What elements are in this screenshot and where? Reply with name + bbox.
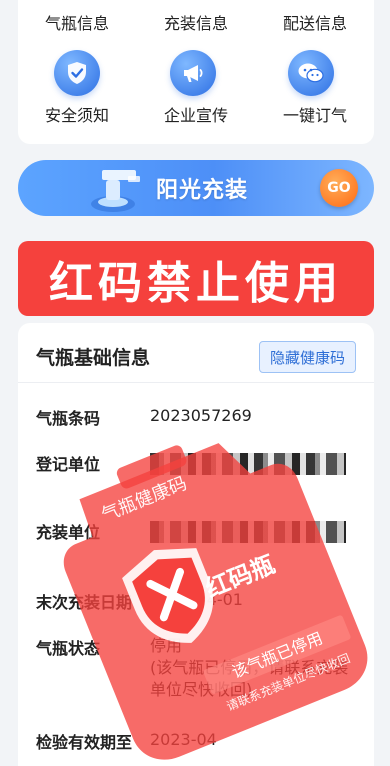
- redacted-filling-unit: [150, 521, 346, 543]
- shield-check-icon[interactable]: [54, 50, 100, 96]
- menu-item-safety-notice[interactable]: 安全须知: [18, 102, 136, 126]
- go-button[interactable]: GO: [320, 169, 358, 207]
- info-card-header: 气瓶基础信息 隐藏健康码: [18, 323, 374, 383]
- row-value-status: 停用: [150, 636, 183, 655]
- sunshine-filling-banner[interactable]: 阳光充装 GO: [18, 160, 374, 216]
- banner-title: 阳光充装: [156, 178, 249, 203]
- row-label-inspection-expiry: 检验有效期至: [36, 733, 133, 752]
- row-value-last-fill-date: 2023-04-01: [150, 590, 243, 609]
- redacted-registered-unit: [150, 453, 346, 475]
- wechat-icon[interactable]: [288, 50, 334, 96]
- row-label-filling-unit: 充装单位: [36, 523, 101, 542]
- row-label-barcode: 气瓶条码: [36, 409, 101, 428]
- menu-card: 气瓶信息 充装信息 配送信息 安全须知 企业宣传 一键订气: [18, 0, 374, 144]
- cylinder-info-card: 气瓶基础信息 隐藏健康码 气瓶条码 2023057269 登记单位 充装单位 末…: [18, 323, 374, 766]
- row-label-status: 气瓶状态: [36, 639, 101, 658]
- menu-item-company-promo[interactable]: 企业宣传: [137, 102, 255, 126]
- gas-station-illustration-icon: [91, 170, 140, 212]
- row-label-registered-unit: 登记单位: [36, 455, 101, 474]
- menu-item-cylinder-info[interactable]: 气瓶信息: [18, 10, 136, 34]
- menu-item-filling-info[interactable]: 充装信息: [137, 10, 255, 34]
- row-value-barcode: 2023057269: [150, 406, 252, 425]
- menu-item-order-gas[interactable]: 一键订气: [256, 102, 374, 126]
- menu-item-delivery-info[interactable]: 配送信息: [256, 10, 374, 34]
- hide-health-code-button[interactable]: 隐藏健康码: [258, 341, 356, 373]
- row-label-last-fill-date: 末次充装日期: [36, 593, 133, 612]
- row-value-status-note: (该气瓶已停用，请联系充装单位尽快收回): [150, 658, 349, 699]
- red-code-banner: 红码禁止使用: [18, 241, 374, 316]
- info-card-title: 气瓶基础信息: [36, 347, 151, 369]
- megaphone-icon[interactable]: [170, 50, 216, 96]
- row-value-inspection-expiry: 2023-04: [150, 730, 217, 749]
